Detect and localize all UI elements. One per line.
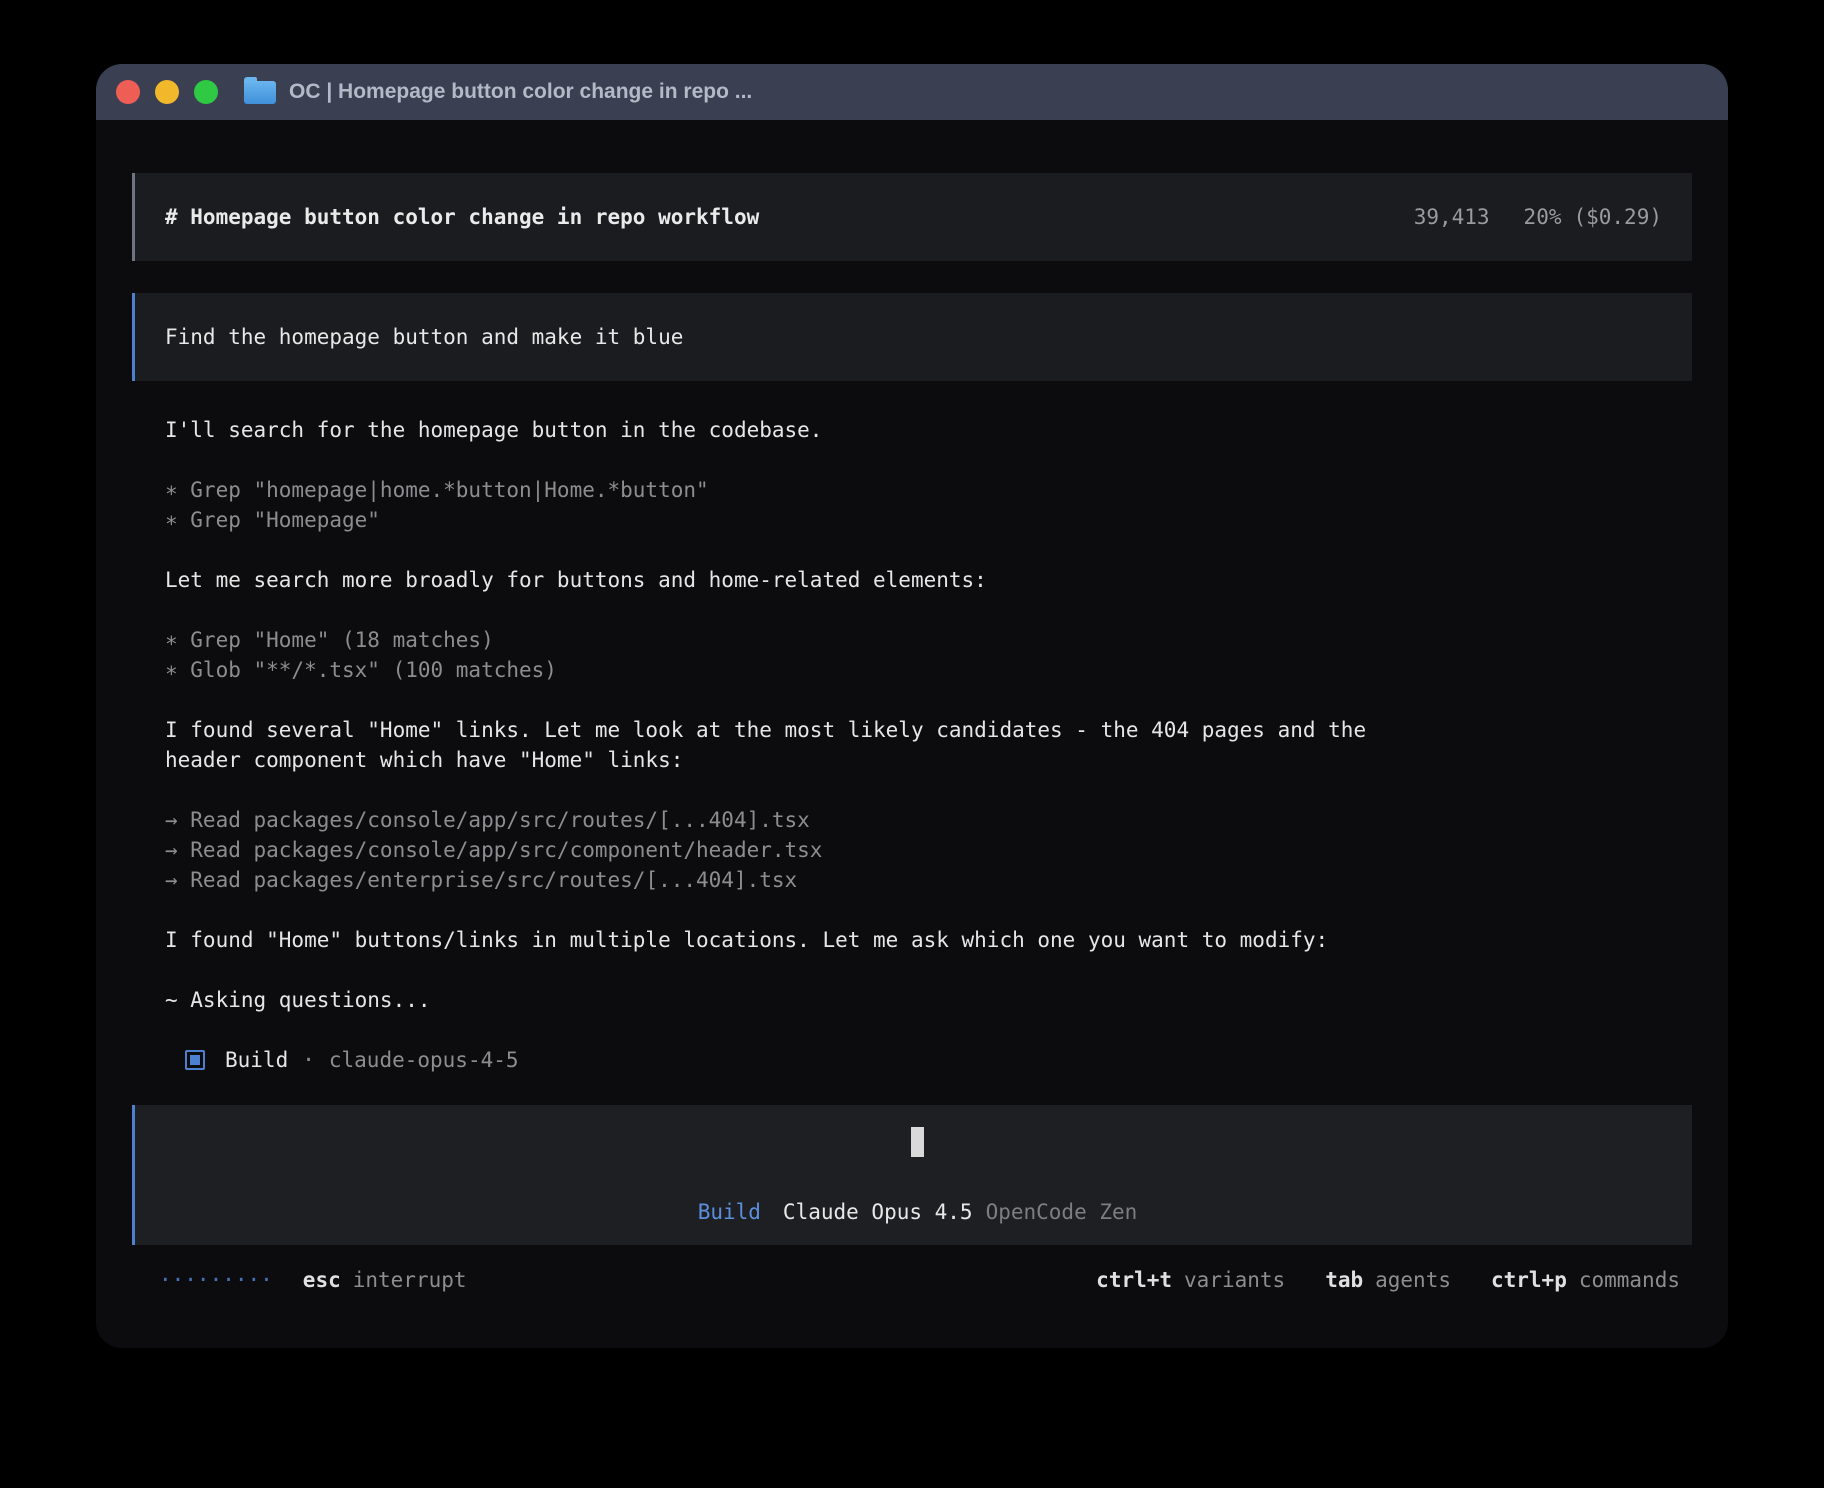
tool-call-grep: ∗ Grep "Homepage" [165,505,1692,535]
minimize-button[interactable] [155,80,179,104]
hint-label: commands [1579,1265,1680,1295]
hint-key: tab [1325,1265,1363,1295]
tool-call-read: → Read packages/enterprise/src/routes/[.… [165,865,1692,895]
traffic-lights [116,80,218,104]
assistant-text: I'll search for the homepage button in t… [165,415,1692,445]
hint-label: agents [1375,1265,1451,1295]
assistant-text: Let me search more broadly for buttons a… [165,565,1692,595]
interrupt-key: esc [303,1265,341,1295]
window-titlebar[interactable]: OC | Homepage button color change in rep… [96,64,1728,120]
hint-label: variants [1184,1265,1285,1295]
tool-call-grep: ∗ Grep "Home" (18 matches) [165,625,1692,655]
terminal-window: OC | Homepage button color change in rep… [96,64,1728,1348]
tool-call-read: → Read packages/console/app/src/componen… [165,835,1692,865]
agent-build-icon [185,1050,205,1070]
session-stats: 39,413 20% ($0.29) [1414,205,1662,229]
terminal-content: # Homepage button color change in repo w… [96,173,1728,1348]
agent-model: claude-opus-4-5 [329,1048,519,1072]
close-button[interactable] [116,80,140,104]
status-bar: ········· esc interrupt ctrl+t variants … [132,1265,1692,1295]
hint-agents: tab agents [1325,1265,1451,1295]
assistant-text: header component which have "Home" links… [165,745,1692,775]
hint-commands: ctrl+p commands [1491,1265,1680,1295]
assistant-transcript: I'll search for the homepage button in t… [132,415,1692,1075]
assistant-text: I found several "Home" links. Let me loo… [165,715,1692,745]
context-percent: 20% [1524,205,1562,229]
hint-key: ctrl+t [1096,1265,1172,1295]
input-model-row: Build Claude Opus 4.5 OpenCode Zen [698,1197,1138,1227]
tool-call-grep: ∗ Grep "homepage|home.*button|Home.*butt… [165,475,1692,505]
input-model-name[interactable]: Claude Opus 4.5 [783,1197,973,1227]
token-count: 39,413 [1414,205,1490,229]
user-message: Find the homepage button and make it blu… [132,293,1692,381]
window-title: OC | Homepage button color change in rep… [289,80,752,104]
zoom-button[interactable] [194,80,218,104]
hint-key: ctrl+p [1491,1265,1567,1295]
interrupt-label: interrupt [353,1265,467,1295]
assistant-text: I found "Home" buttons/links in multiple… [165,925,1692,955]
session-title: # Homepage button color change in repo w… [165,205,759,229]
tool-call-read: → Read packages/console/app/src/routes/[… [165,805,1692,835]
tool-call-glob: ∗ Glob "**/*.tsx" (100 matches) [165,655,1692,685]
user-message-text: Find the homepage button and make it blu… [165,325,683,349]
input-model-provider: OpenCode Zen [986,1197,1138,1227]
session-header: # Homepage button color change in repo w… [132,173,1692,261]
agent-separator: · [302,1048,315,1072]
prompt-input[interactable]: Build Claude Opus 4.5 OpenCode Zen [132,1105,1692,1245]
text-cursor [911,1127,924,1157]
spinner-dots-icon: ········· [159,1265,273,1295]
status-left: ········· esc interrupt [159,1265,467,1295]
assistant-status-text: ~ Asking questions... [165,985,1692,1015]
hint-variants: ctrl+t variants [1096,1265,1285,1295]
agent-status-row: Build · claude-opus-4-5 [165,1045,1692,1075]
status-right: ctrl+t variants tab agents ctrl+p comman… [1056,1265,1680,1295]
agent-name: Build [225,1048,288,1072]
input-agent-label[interactable]: Build [698,1197,761,1227]
session-cost: ($0.29) [1573,205,1662,229]
folder-icon [244,81,276,104]
